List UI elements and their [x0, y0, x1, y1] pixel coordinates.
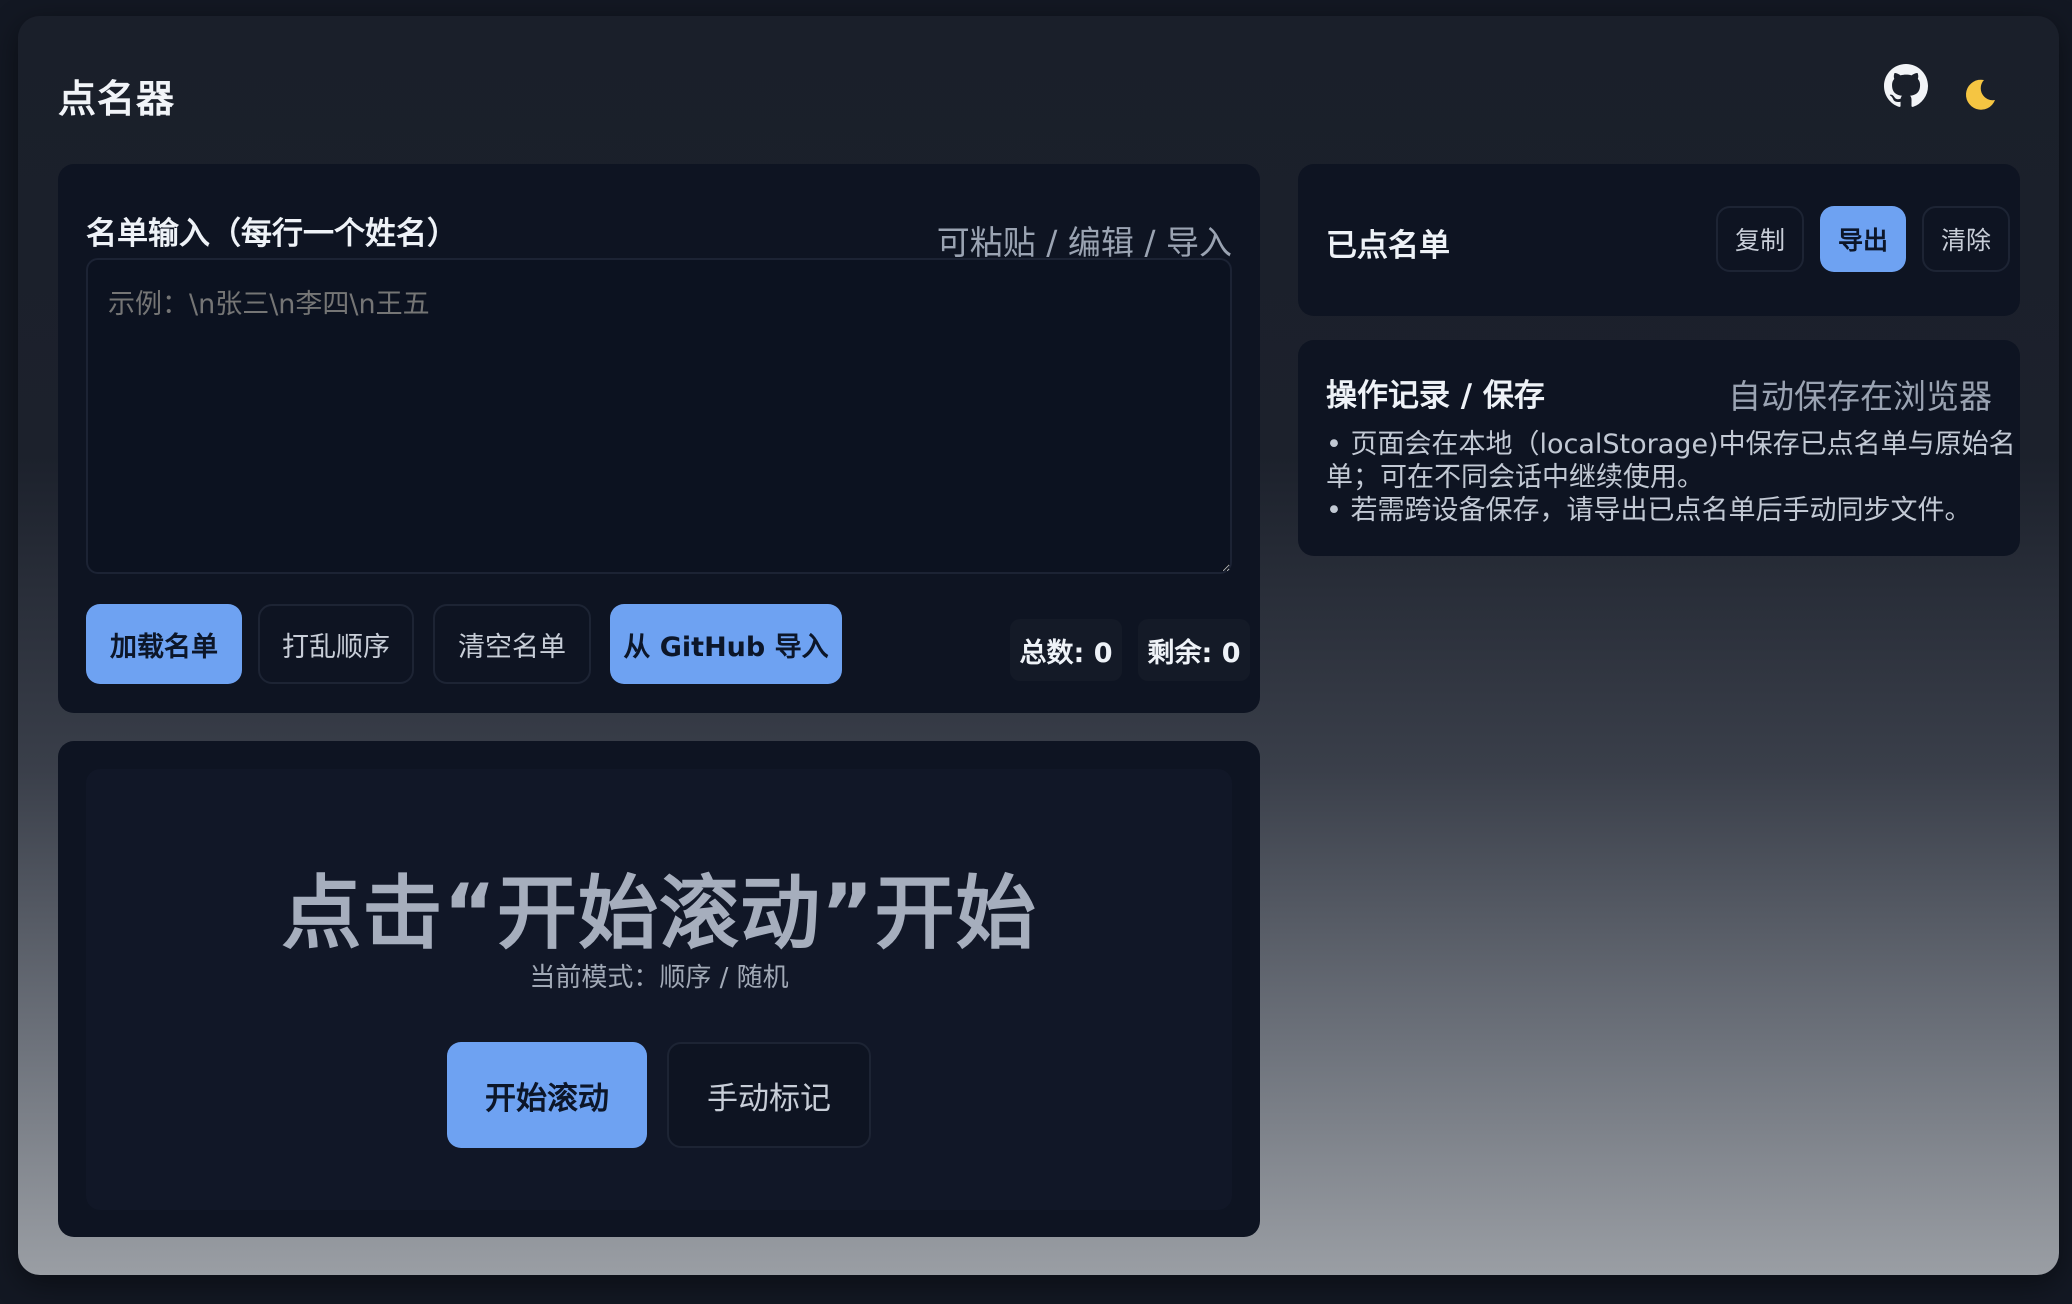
log-title: 操作记录 / 保存 [1326, 378, 1545, 414]
total-count: 总数: 0 [1010, 619, 1122, 681]
called-list-title: 已点名单 [1326, 228, 1450, 264]
log-card: 操作记录 / 保存 自动保存在浏览器 • 页面会在本地（localStorage… [1298, 340, 2020, 556]
name-display-area: 点击“开始滚动”开始 当前模式：顺序 / 随机 [86, 769, 1232, 1210]
roster-card: 名单输入（每行一个姓名） 可粘贴 / 编辑 / 导入 加载名单 打乱顺序 清空名… [58, 164, 1260, 713]
shuffle-button[interactable]: 打乱顺序 [258, 604, 414, 684]
app-title: 点名器 [58, 77, 176, 121]
app-window: 点名器 名单输入（每行一个姓名） 可粘贴 / 编辑 / 导入 加载名单 打乱顺序… [18, 16, 2059, 1275]
stage-card: 点击“开始滚动”开始 当前模式：顺序 / 随机 开始滚动 手动标记 [58, 741, 1260, 1237]
name-display: 点击“开始滚动”开始 [281, 867, 1037, 960]
log-line: 单；可在不同会话中继续使用。 [1326, 462, 1704, 493]
mode-text: 当前模式：顺序 / 随机 [529, 963, 789, 993]
clear-roster-button[interactable]: 清空名单 [433, 604, 591, 684]
load-roster-button[interactable]: 加载名单 [86, 604, 242, 684]
start-rolling-button[interactable]: 开始滚动 [447, 1042, 647, 1148]
called-list-card: 已点名单 复制 导出 清除 [1298, 164, 2020, 316]
roster-textarea[interactable] [86, 258, 1232, 574]
roster-hint: 可粘贴 / 编辑 / 导入 [936, 223, 1232, 262]
github-import-button[interactable]: 从 GitHub 导入 [610, 604, 842, 684]
log-line: • 若需跨设备保存，请导出已点名单后手动同步文件。 [1326, 495, 1972, 526]
log-hint: 自动保存在浏览器 [1728, 377, 1992, 416]
log-line: • 页面会在本地（localStorage)中保存已点名单与原始名 [1326, 429, 2016, 460]
roster-title: 名单输入（每行一个姓名） [86, 216, 458, 252]
export-button[interactable]: 导出 [1820, 206, 1906, 272]
moon-icon[interactable] [1962, 74, 2002, 114]
manual-mark-button[interactable]: 手动标记 [667, 1042, 871, 1148]
copy-button[interactable]: 复制 [1716, 206, 1804, 272]
clear-called-button[interactable]: 清除 [1922, 206, 2010, 272]
remaining-count: 剩余: 0 [1138, 619, 1250, 681]
github-icon[interactable] [1884, 64, 1928, 108]
